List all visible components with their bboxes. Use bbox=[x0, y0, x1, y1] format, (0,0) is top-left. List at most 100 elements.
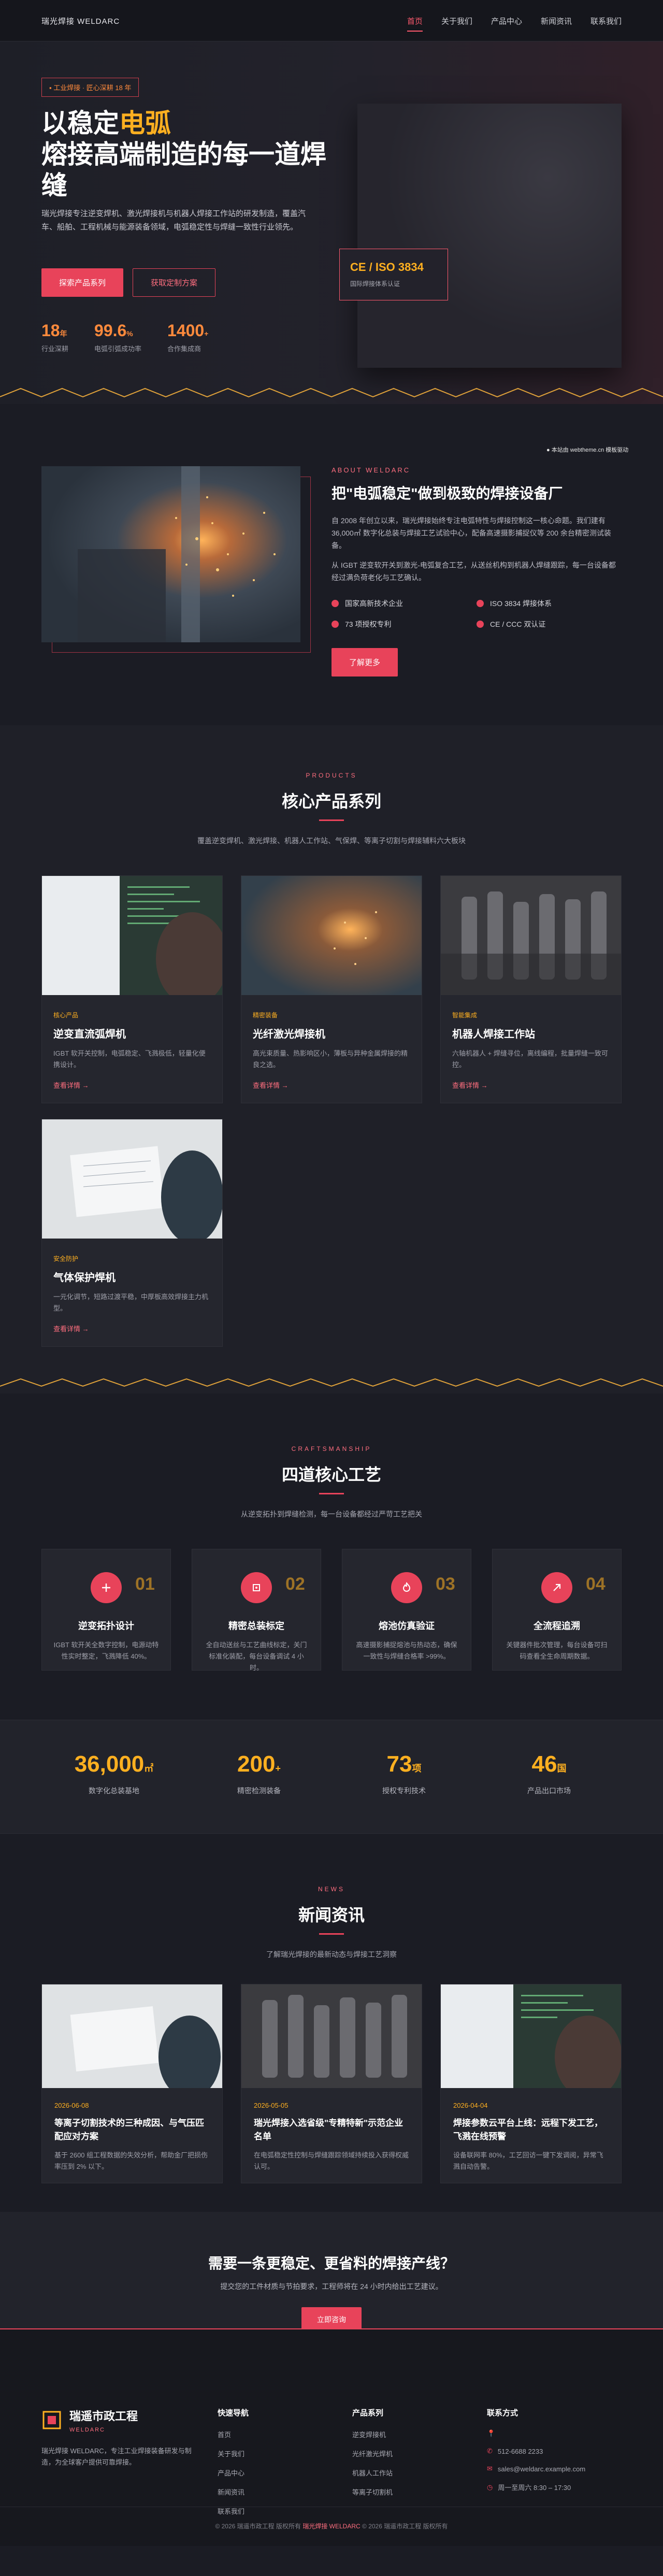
footer-email[interactable]: ✉ sales@weldarc.example.com bbox=[487, 2465, 622, 2473]
product-image bbox=[441, 876, 621, 995]
about-highlights: 国家高新技术企业 ISO 3834 焊接体系 73 项授权专利 CE / CCC… bbox=[332, 598, 622, 629]
phone-icon: ✆ bbox=[487, 2447, 493, 2455]
about-eyebrow: ABOUT WELDARC bbox=[332, 466, 411, 474]
hero-stat-label: 电弧引弧成功率 bbox=[94, 345, 142, 353]
footer-link[interactable]: 产品中心 bbox=[218, 2468, 352, 2478]
craft-section: CRAFTSMANSHIP 四道核心工艺 从逆变拓扑到焊缝检测，每一台设备都经过… bbox=[0, 1393, 663, 1720]
template-watermark[interactable]: ● 本站由 webtheme.cn 模板驱动 bbox=[546, 445, 628, 454]
hero-description: 瑞光焊接专注逆变焊机、激光焊接机与机器人焊接工作站的研发制造，覆盖汽车、船舶、工… bbox=[41, 209, 306, 232]
nav-contact[interactable]: 联系我们 bbox=[590, 12, 622, 30]
footer-col-title: 快速导航 bbox=[218, 2409, 249, 2417]
hero-stat-label: 合作集成商 bbox=[167, 345, 201, 353]
footer-phone[interactable]: ✆ 512-6688 2233 bbox=[487, 2447, 622, 2455]
news-date: 2026-04-04 bbox=[453, 2102, 488, 2109]
nav-about[interactable]: 关于我们 bbox=[441, 12, 472, 30]
cert-title: CE / ISO 3834 bbox=[350, 261, 424, 274]
craft-number: 02 bbox=[285, 1574, 305, 1594]
hero-image: 100 bbox=[357, 104, 622, 368]
craft-desc: 全自动送丝与工艺曲线标定，关门标准化装配，每台设备调试 4 小时。 bbox=[206, 1641, 307, 1672]
product-card[interactable]: 核心产品 逆变直流弧焊机 IGBT 软开关控制，电弧稳定、飞溅极低，轻量化便携设… bbox=[41, 875, 223, 1103]
cert-subtitle: 国际焊接体系认证 bbox=[350, 280, 400, 287]
product-detail-link[interactable]: 查看详情 → bbox=[253, 1080, 289, 1090]
cta-desc: 提交您的工件材质与节拍要求，工程师将在 24 小时内给出工艺建议。 bbox=[220, 2282, 443, 2291]
product-title: 光纤激光焊接机 bbox=[253, 1029, 325, 1040]
news-headline[interactable]: 等离子切割技术的三种成因、与气压匹配应对方案 bbox=[54, 2117, 210, 2143]
product-card[interactable]: 智能集成 机器人焊接工作站 六轴机器人 + 焊缝寻位，离线编程，批量焊缝一致可控… bbox=[440, 875, 622, 1103]
stat-unit: 国 bbox=[557, 1763, 567, 1774]
explore-products-button[interactable]: 探索产品系列 bbox=[41, 268, 124, 297]
section-wave-divider bbox=[0, 1378, 663, 1387]
stat-value: 73 bbox=[386, 1751, 412, 1777]
product-image bbox=[241, 876, 422, 995]
news-card[interactable]: 2026-04-04 焊接参数云平台上线：远程下发工艺，飞溅在线预警 设备联网率… bbox=[440, 1984, 622, 2183]
arrow-icon bbox=[541, 1572, 572, 1603]
news-headline[interactable]: 焊接参数云平台上线：远程下发工艺，飞溅在线预警 bbox=[453, 2117, 609, 2143]
products-subtitle: 覆盖逆变焊机、激光焊接、机器人工作站、气保焊、等离子切割与焊接辅料六大板块 bbox=[197, 837, 466, 845]
footer-company-name: 瑞遥市政工程 bbox=[69, 2410, 138, 2423]
footer-description: 瑞光焊接 WELDARC，专注工业焊接装备研发与制造，为全球客户提供可靠焊接。 bbox=[41, 2447, 192, 2466]
hero-stat-value: 18 bbox=[41, 321, 60, 340]
footer-link[interactable]: 等离子切割机 bbox=[352, 2487, 487, 2497]
craft-title: 全流程追溯 bbox=[534, 1621, 580, 1631]
highlight-item: 73 项授权专利 bbox=[332, 619, 477, 629]
craft-subtitle: 从逆变拓扑到焊缝检测，每一台设备都经过严苛工艺把关 bbox=[241, 1510, 422, 1518]
product-detail-link[interactable]: 查看详情 → bbox=[53, 1080, 89, 1090]
stat-value: 36,000 bbox=[74, 1751, 145, 1777]
products-section: PRODUCTS 核心产品系列 覆盖逆变焊机、激光焊接、机器人工作站、气保焊、等… bbox=[0, 725, 663, 1393]
footer-link[interactable]: 机器人工作站 bbox=[352, 2468, 487, 2478]
product-title: 机器人焊接工作站 bbox=[452, 1029, 535, 1040]
learn-more-button[interactable]: 了解更多 bbox=[332, 648, 398, 677]
news-image bbox=[241, 1984, 422, 2088]
hero-title-part1: 以稳定 bbox=[41, 109, 119, 138]
product-detail-link[interactable]: 查看详情 → bbox=[452, 1080, 488, 1090]
copyright-brand: 瑞光焊接 WELDARC bbox=[302, 2523, 361, 2530]
news-excerpt: 在电弧稳定性控制与焊缝跟踪领域持续投入获得权威认可。 bbox=[254, 2151, 409, 2170]
stat-label: 精密检测装备 bbox=[237, 1787, 281, 1795]
highlight-label: 73 项授权专利 bbox=[345, 620, 392, 628]
product-card[interactable]: 安全防护 气体保护焊机 一元化调节，短路过渡平稳，中厚板高效焊接主力机型。 查看… bbox=[41, 1119, 223, 1347]
product-card[interactable]: 精密装备 光纤激光焊接机 高光束质量、热影响区小，薄板与异种金属焊接的精良之选。… bbox=[241, 875, 422, 1103]
highlight-item: ISO 3834 焊接体系 bbox=[477, 598, 622, 609]
footer-link[interactable]: 光纤激光焊机 bbox=[352, 2449, 487, 2458]
craft-number: 04 bbox=[586, 1574, 606, 1594]
hero-actions: 探索产品系列 获取定制方案 bbox=[41, 268, 216, 297]
hero-stat: 99.6% 电弧引弧成功率 bbox=[94, 321, 141, 353]
news-card[interactable]: 2026-05-05 瑞光焊接入选省级"专精特新"示范企业名单 在电弧稳定性控制… bbox=[241, 1984, 422, 2183]
footer-link[interactable]: 逆变焊接机 bbox=[352, 2429, 487, 2439]
hero-stat-value: 1400 bbox=[167, 321, 205, 340]
product-tag: 精密装备 bbox=[253, 1012, 278, 1019]
craft-title: 四道核心工艺 bbox=[281, 1465, 381, 1484]
product-title: 逆变直流弧焊机 bbox=[53, 1029, 126, 1040]
news-eyebrow: NEWS bbox=[318, 1886, 345, 1893]
product-tag: 核心产品 bbox=[53, 1012, 79, 1019]
footer-link[interactable]: 新闻资讯 bbox=[218, 2487, 352, 2497]
cta-section: 需要一条更稳定、更省料的焊接产线？ 提交您的工件材质与节拍要求，工程师将在 24… bbox=[0, 2212, 663, 2332]
copyright-text: © 2026 瑞遥市政工程 版权所有 bbox=[362, 2523, 448, 2530]
custom-solution-button[interactable]: 获取定制方案 bbox=[133, 268, 216, 297]
news-card[interactable]: 2026-06-08 等离子切割技术的三种成因、与气压匹配应对方案 基于 260… bbox=[41, 1984, 223, 2183]
news-header: NEWS 新闻资讯 了解瑞光焊接的最新动态与焊接工艺洞察 bbox=[0, 1834, 663, 1960]
product-title: 气体保护焊机 bbox=[53, 1272, 116, 1284]
footer-link[interactable]: 关于我们 bbox=[218, 2449, 352, 2458]
flame-icon bbox=[391, 1572, 422, 1603]
nav-news[interactable]: 新闻资讯 bbox=[541, 12, 572, 30]
footer-link[interactable]: 首页 bbox=[218, 2429, 352, 2439]
stat-item: 200+ 精密检测装备 bbox=[186, 1751, 332, 1796]
brand-logo[interactable]: 瑞光焊接 WELDARC bbox=[41, 16, 120, 26]
copyright-text: © 2026 瑞遥市政工程 版权所有 bbox=[215, 2523, 301, 2530]
news-headline[interactable]: 瑞光焊接入选省级"专精特新"示范企业名单 bbox=[254, 2117, 409, 2143]
news-title: 新闻资讯 bbox=[298, 1906, 365, 1924]
bullet-dot-icon bbox=[332, 621, 339, 628]
product-desc: IGBT 软开关控制，电弧稳定、飞溅极低，轻量化便携设计。 bbox=[53, 1049, 206, 1069]
craft-header: CRAFTSMANSHIP 四道核心工艺 从逆变拓扑到焊缝检测，每一台设备都经过… bbox=[0, 1393, 663, 1519]
product-detail-link[interactable]: 查看详情 → bbox=[53, 1323, 89, 1333]
highlight-item: CE / CCC 双认证 bbox=[477, 619, 622, 629]
hero-stat-label: 行业深耕 bbox=[41, 345, 69, 353]
nav-products[interactable]: 产品中心 bbox=[491, 12, 522, 30]
product-desc: 高光束质量、热影响区小，薄板与异种金属焊接的精良之选。 bbox=[253, 1049, 408, 1069]
hero-stat-unit: 年 bbox=[60, 329, 67, 338]
nav-home[interactable]: 首页 bbox=[407, 12, 423, 32]
news-grid: 2026-06-08 等离子切割技术的三种成因、与气压匹配应对方案 基于 260… bbox=[41, 1984, 622, 2183]
craft-eyebrow: CRAFTSMANSHIP bbox=[291, 1445, 372, 1452]
highlight-label: 国家高新技术企业 bbox=[345, 599, 403, 608]
